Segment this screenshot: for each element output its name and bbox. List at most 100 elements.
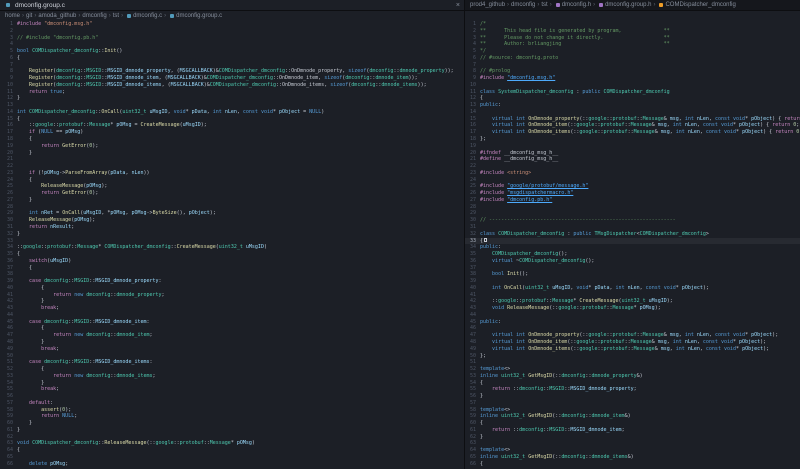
code-line[interactable]: 53 return new dmconfig::dmnode_items; — [0, 373, 464, 380]
code-line[interactable]: 26#include "msgdispatchermacro.h" — [465, 190, 800, 197]
code-line[interactable]: 53inline uint32_t GetMsgID(::dmconfig::d… — [465, 373, 800, 380]
code-line[interactable]: 59 return NULL; — [0, 413, 464, 420]
code-line[interactable]: 63void COMDispatcher_dmconfig::ReleaseMe… — [0, 440, 464, 447]
code-line[interactable]: 20 } — [0, 150, 464, 157]
code-line[interactable]: 47 return new dmconfig::dmnode_item; — [0, 332, 464, 339]
code-line[interactable]: 19 — [465, 143, 800, 150]
code-line[interactable]: 7 — [0, 62, 464, 69]
code-line[interactable]: 22 — [0, 163, 464, 170]
code-line[interactable]: 6{ — [0, 55, 464, 62]
code-line[interactable]: 29 — [465, 210, 800, 217]
breadcrumb-item[interactable]: COMDispatcher_dmconfig — [665, 2, 735, 8]
code-line[interactable]: 41 return new dmconfig::dmnode_property; — [0, 292, 464, 299]
code-line[interactable]: 61 return ::dmconfig::MSGID::MSGID_dmnod… — [465, 427, 800, 434]
code-line[interactable]: 28 — [0, 204, 464, 211]
code-line[interactable]: 25#include "google/protobuf/message.h" — [465, 183, 800, 190]
code-line[interactable]: 23 if (!pOMsg->ParseFromArray(pData, nLe… — [0, 170, 464, 177]
code-line[interactable]: 51 case dmconfig::MSGID::MSGID_dmnode_it… — [0, 359, 464, 366]
code-line[interactable]: 8 Register(dmconfig::MSGID::MSGID_dmnode… — [0, 68, 464, 75]
code-line[interactable]: 15 virtual int OnDmnode_property(::googl… — [465, 116, 800, 123]
code-line[interactable]: 14int COMDispatcher_dmconfig::OnCall(uin… — [0, 109, 464, 116]
code-line[interactable]: 38 bool Init(); — [465, 271, 800, 278]
code-line[interactable]: 22 — [465, 163, 800, 170]
breadcrumb-item[interactable]: tst — [541, 2, 547, 8]
code-line[interactable]: 65inline uint32_t GetMsgID(::dmconfig::d… — [465, 454, 800, 461]
code-line[interactable]: 46 — [465, 325, 800, 332]
code-line[interactable]: 51 — [465, 359, 800, 366]
code-line[interactable]: 21#define __dmconfig_msg_h__ — [465, 156, 800, 163]
code-line[interactable]: 28 — [465, 204, 800, 211]
code-line[interactable]: 42 ::google::protobuf::Message* CreateMe… — [465, 298, 800, 305]
breadcrumb-item[interactable]: dmconfig.c — [133, 13, 162, 19]
code-line[interactable]: 49 break; — [0, 346, 464, 353]
code-line[interactable]: 45public: — [465, 319, 800, 326]
code-line[interactable]: 48 virtual int OnDmnode_item(::google::p… — [465, 339, 800, 346]
code-line[interactable]: 11class SystemDispatcher_dmconfig : publ… — [465, 89, 800, 96]
code-line[interactable]: 36 switch(uMsgID) — [0, 258, 464, 265]
code-line[interactable]: 32class COMDispatcher_dmconfig : public … — [465, 231, 800, 238]
code-line[interactable]: 37 — [465, 265, 800, 272]
code-line[interactable]: 43 void ReleaseMessage(::google::protobu… — [465, 305, 800, 312]
code-line[interactable]: 24 { — [0, 177, 464, 184]
code-line[interactable]: 50 — [0, 353, 464, 360]
code-line[interactable]: 10 Register(dmconfig::MSGID::MSGID_dmnod… — [0, 82, 464, 89]
code-line[interactable]: 18 { — [0, 136, 464, 143]
code-line[interactable]: 41 — [465, 292, 800, 299]
code-line[interactable]: 2 — [0, 28, 464, 35]
breadcrumb-item[interactable]: tst — [113, 13, 119, 19]
code-line[interactable]: 8// #prolog — [465, 68, 800, 75]
breadcrumb-item[interactable]: home — [5, 13, 20, 19]
code-line[interactable]: 24 — [465, 177, 800, 184]
breadcrumb-item[interactable]: dmconfig — [82, 13, 106, 19]
code-line[interactable]: 23#include <string> — [465, 170, 800, 177]
code-area-right[interactable]: 1/*2** This head file is generated by pr… — [465, 21, 800, 469]
breadcrumb-item[interactable]: prod4_github — [470, 2, 505, 8]
code-area-left[interactable]: 1#include "dmconfig.msg.h"23// #include … — [0, 21, 464, 469]
code-line[interactable]: 57 default: — [0, 400, 464, 407]
code-line[interactable]: 62} — [465, 434, 800, 441]
code-line[interactable]: 2** This head file is generated by progr… — [465, 28, 800, 35]
code-line[interactable]: 13 — [0, 102, 464, 109]
code-line[interactable]: 65 — [0, 454, 464, 461]
code-line[interactable]: 34::google::protobuf::Message* COMDispat… — [0, 244, 464, 251]
code-line[interactable]: 35 COMDispatcher_dmconfig(); — [465, 251, 800, 258]
code-line[interactable]: 63 — [465, 440, 800, 447]
code-line[interactable]: 3// #include "dmconfig.pb.h" — [0, 35, 464, 42]
code-line[interactable]: 12{ — [465, 95, 800, 102]
code-line[interactable]: 44 — [465, 312, 800, 319]
breadcrumb-item[interactable]: amoda_github — [38, 13, 76, 19]
code-line[interactable]: 6// #source: dmconfig.proto — [465, 55, 800, 62]
code-line[interactable]: 33{ — [465, 238, 800, 245]
code-line[interactable]: 40 { — [0, 285, 464, 292]
code-line[interactable]: 16 ::google::protobuf::Message* pOMsg = … — [0, 122, 464, 129]
code-line[interactable]: 54 } — [0, 380, 464, 387]
close-icon[interactable]: × — [456, 2, 460, 9]
code-line[interactable]: 48 } — [0, 339, 464, 346]
code-line[interactable]: 60{ — [465, 420, 800, 427]
code-line[interactable]: 64template<> — [465, 447, 800, 454]
code-line[interactable]: 1#include "dmconfig.msg.h" — [0, 21, 464, 28]
code-line[interactable]: 10 — [465, 82, 800, 89]
code-line[interactable]: 29 int nRet = OnCall(uMsgID, *pOMsg, pOM… — [0, 210, 464, 217]
code-line[interactable]: 62 — [0, 434, 464, 441]
code-line[interactable]: 56} — [465, 393, 800, 400]
code-line[interactable]: 32} — [0, 231, 464, 238]
code-line[interactable]: 4** Author: brliangjing ** — [465, 41, 800, 48]
code-line[interactable]: 21 — [0, 156, 464, 163]
code-line[interactable]: 34public: — [465, 244, 800, 251]
code-line[interactable]: 7 — [465, 62, 800, 69]
code-line[interactable]: 30 ReleaseMessage(pOMsg); — [0, 217, 464, 224]
code-line[interactable]: 43 break; — [0, 305, 464, 312]
breadcrumb-item[interactable]: git — [26, 13, 32, 19]
code-line[interactable]: 12} — [0, 95, 464, 102]
code-line[interactable]: 1/* — [465, 21, 800, 28]
breadcrumb-item[interactable]: dmconfig.group.c — [176, 13, 222, 19]
breadcrumb-item[interactable]: dmconfig.h — [562, 2, 591, 8]
code-line[interactable]: 60 } — [0, 420, 464, 427]
code-line[interactable]: 35{ — [0, 251, 464, 258]
code-line[interactable]: 17 virtual int OnDmnode_items(::google::… — [465, 129, 800, 136]
code-line[interactable]: 31 — [465, 224, 800, 231]
code-line[interactable]: 36 virtual ~COMDispatcher_dmconfig(); — [465, 258, 800, 265]
code-line[interactable]: 57 — [465, 400, 800, 407]
code-line[interactable]: 16 virtual int OnDmnode_item(::google::p… — [465, 122, 800, 129]
